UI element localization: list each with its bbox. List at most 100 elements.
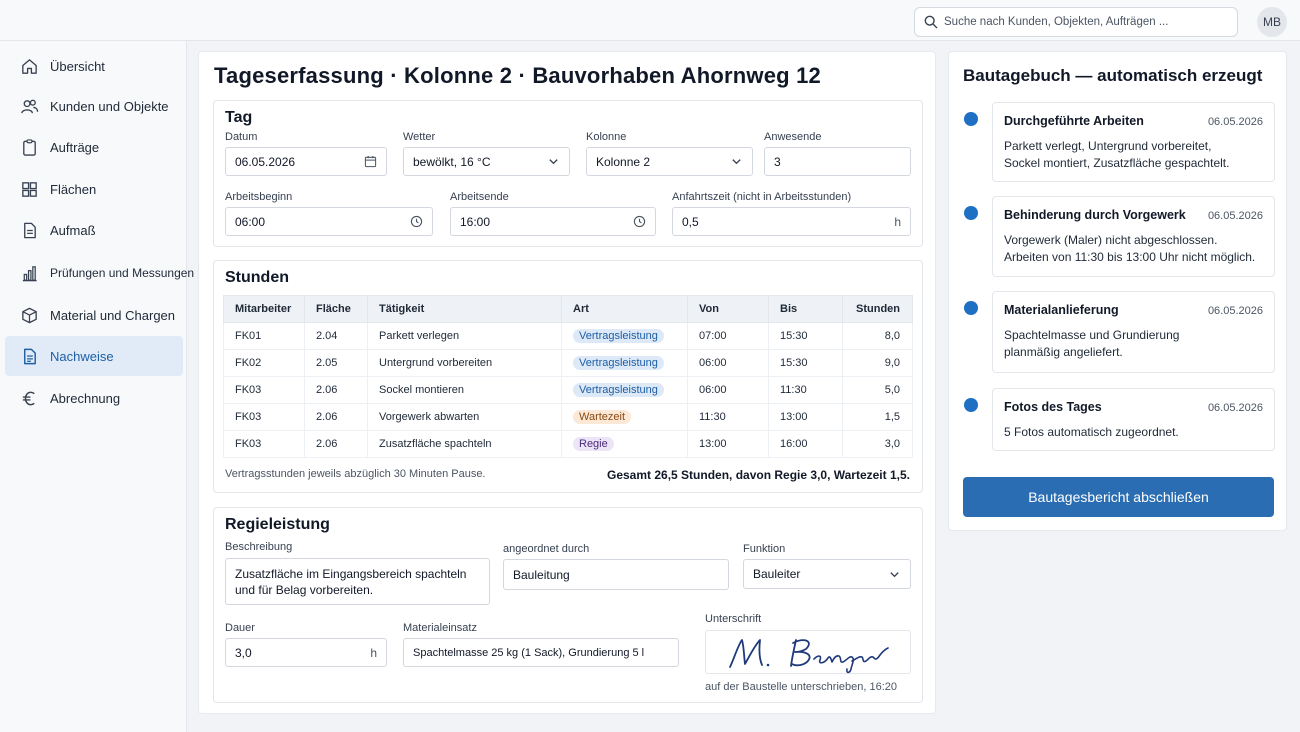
search-box[interactable] [914, 7, 1238, 37]
datum-value: 06.05.2026 [235, 154, 296, 169]
sidebar-item-flaechen[interactable]: Flächen [5, 169, 183, 209]
anwesende-field[interactable]: 3 [764, 147, 911, 176]
art-badge: Vertragsleistung [573, 356, 664, 370]
timeline-dot [964, 398, 978, 412]
table-row[interactable]: FK01 2.04 Parkett verlegen Vertragsleist… [223, 322, 913, 350]
signature-image [729, 639, 889, 674]
beschreibung-label: Beschreibung [225, 541, 293, 553]
bautagebuch-entry[interactable]: Fotos des Tages 06.05.2026 5 Fotos autom… [992, 388, 1275, 451]
chevron-down-icon [890, 571, 899, 577]
table-header-row: Mitarbeiter Fläche Tätigkeit Art Von Bis… [223, 295, 913, 323]
entry-text: Parkett verlegt, Untergrund vorbereitet,… [1004, 139, 1230, 170]
beschreibung-textarea[interactable]: Zusatzfläche im Eingangsbereich spachtel… [225, 558, 490, 605]
column-header[interactable]: Art [561, 295, 688, 323]
sidebar-item-abrechnung[interactable]: Abrechnung [5, 378, 183, 418]
bautagebuch-title: Bautagebuch — automatisch erzeugt [963, 66, 1263, 85]
dauer-unit: h [370, 645, 377, 660]
materialeinsatz-field[interactable]: Spachtelmasse 25 kg (1 Sack), Grundierun… [403, 638, 679, 667]
entry-title: Durchgeführte Arbeiten [1004, 114, 1144, 128]
arbeitsbeginn-field[interactable]: 06:00 [225, 207, 433, 236]
sidebar-item-aufmass[interactable]: Aufmaß [5, 210, 183, 250]
wetter-select[interactable]: bewölkt, 16 °C [403, 147, 570, 176]
search-input[interactable] [944, 16, 1224, 28]
art-badge: Regie [573, 437, 614, 451]
table-row[interactable]: FK03 2.06 Sockel montieren Vertragsleist… [223, 376, 913, 404]
column-header[interactable]: Von [687, 295, 769, 323]
sidebar-item-kunden[interactable]: Kunden und Objekte [5, 86, 183, 126]
dauer-field[interactable]: 3,0 h [225, 638, 387, 667]
stunden-total: Gesamt 26,5 Stunden, davon Regie 3,0, Wa… [607, 468, 910, 482]
column-header[interactable]: Mitarbeiter [223, 295, 305, 323]
table-row[interactable]: FK03 2.06 Zusatzfläche spachteln Regie 1… [223, 430, 913, 458]
stunden-cell: 5,0 [842, 376, 913, 404]
clock-icon [410, 215, 423, 228]
document-icon [24, 222, 36, 238]
bautagebuch-entry[interactable]: Behinderung durch Vorgewerk 06.05.2026 V… [992, 196, 1275, 277]
art-badge: Vertragsleistung [573, 329, 664, 343]
table-row[interactable]: FK03 2.06 Vorgewerk abwarten Wartezeit 1… [223, 403, 913, 431]
avatar[interactable]: MB [1257, 7, 1287, 37]
angeordnet-field[interactable]: Bauleitung [503, 559, 729, 590]
chevron-down-icon [549, 159, 558, 165]
mitarbeiter-cell: FK03 [223, 403, 305, 431]
euro-icon [22, 391, 35, 405]
bis-cell: 15:30 [768, 322, 843, 350]
kolonne-value: Kolonne 2 [596, 154, 651, 169]
art-cell: Regie [561, 430, 688, 458]
main-panel: Tageserfassung · Kolonne 2 · Bauvorhaben… [198, 51, 936, 714]
users-icon [21, 99, 39, 113]
wetter-value: bewölkt, 16 °C [413, 154, 491, 169]
clock-icon [633, 215, 646, 228]
datum-field[interactable]: 06.05.2026 [225, 147, 387, 176]
entry-text: Spachtelmasse und Grundierung planmäßig … [1004, 328, 1180, 359]
taetigkeit-cell: Zusatzfläche spachteln [367, 430, 562, 458]
von-cell: 07:00 [687, 322, 769, 350]
column-header[interactable]: Tätigkeit [367, 295, 562, 323]
column-header[interactable]: Fläche [304, 295, 368, 323]
bautagesbericht-abschliessen-button[interactable]: Bautagesbericht abschließen [963, 477, 1274, 517]
table-row[interactable]: FK02 2.05 Untergrund vorbereiten Vertrag… [223, 349, 913, 377]
regie-heading: Regieleistung [225, 516, 330, 533]
pause-note: Vertragsstunden jeweils abzüglich 30 Min… [225, 468, 486, 480]
sidebar-item-label: Aufmaß [50, 222, 96, 238]
dauer-value: 3,0 [235, 645, 252, 660]
stunden-cell: 8,0 [842, 322, 913, 350]
sidebar-item-material[interactable]: Material und Chargen [5, 295, 183, 335]
unterschrift-label: Unterschrift [705, 613, 762, 625]
entry-date: 06.05.2026 [1207, 402, 1263, 414]
bautagebuch-entry[interactable]: Materialanlieferung 06.05.2026 Spachtelm… [992, 291, 1275, 373]
column-header[interactable]: Bis [768, 295, 843, 323]
mitarbeiter-cell: FK03 [223, 430, 305, 458]
calendar-icon[interactable] [364, 155, 377, 168]
kolonne-select[interactable]: Kolonne 2 [586, 147, 753, 176]
flaeche-cell: 2.05 [304, 349, 368, 377]
top-bar: MB [0, 0, 1300, 41]
arbeitsende-field[interactable]: 16:00 [450, 207, 656, 236]
bautagebuch-panel: Bautagebuch — automatisch erzeugt Durchg… [948, 51, 1287, 531]
von-cell: 06:00 [687, 376, 769, 404]
sidebar-item-label: Material und Chargen [50, 307, 176, 323]
anfahrt-field[interactable]: 0,5 h [672, 207, 911, 236]
sidebar-item-uebersicht[interactable]: Übersicht [5, 46, 183, 86]
file-icon [24, 348, 36, 364]
tag-heading: Tag [225, 109, 253, 126]
von-cell: 11:30 [687, 403, 769, 431]
column-header[interactable]: Stunden [842, 295, 913, 323]
entry-title: Behinderung durch Vorgewerk [1004, 208, 1186, 222]
sidebar-item-nachweise[interactable]: Nachweise [5, 336, 183, 376]
timeline-dot [964, 301, 978, 315]
bautagebuch-entry[interactable]: Durchgeführte Arbeiten 06.05.2026 Parket… [992, 102, 1275, 182]
art-cell: Vertragsleistung [561, 349, 688, 377]
angeordnet-value: Bauleitung [513, 567, 570, 582]
kolonne-label: Kolonne [586, 131, 627, 143]
signature-box[interactable] [705, 630, 911, 674]
sidebar-item-auftraege[interactable]: Aufträge [5, 127, 183, 167]
mitarbeiter-cell: FK01 [223, 322, 305, 350]
stunden-table: Mitarbeiter Fläche Tätigkeit Art Von Bis… [223, 295, 913, 458]
sidebar-item-label: Nachweise [50, 348, 114, 364]
unterschrift-note: auf der Baustelle unterschrieben, 16:20 [705, 681, 898, 693]
von-cell: 13:00 [687, 430, 769, 458]
funktion-select[interactable]: Bauleiter [743, 559, 911, 589]
art-cell: Wartezeit [561, 403, 688, 431]
sidebar-item-pruefungen[interactable]: Prüfungen und Messungen [5, 253, 194, 293]
